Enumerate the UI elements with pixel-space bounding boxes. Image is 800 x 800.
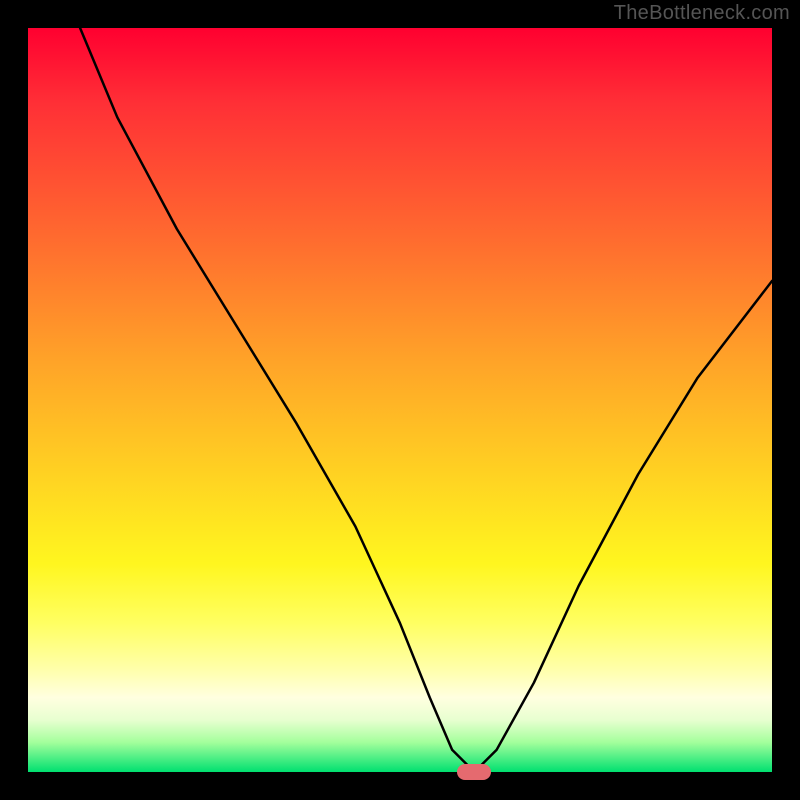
curve-path [80,28,772,772]
chart-frame: TheBottleneck.com [0,0,800,800]
plot-area [28,28,772,772]
optimum-marker [457,764,491,780]
bottleneck-curve [28,28,772,772]
watermark-text: TheBottleneck.com [614,2,790,25]
